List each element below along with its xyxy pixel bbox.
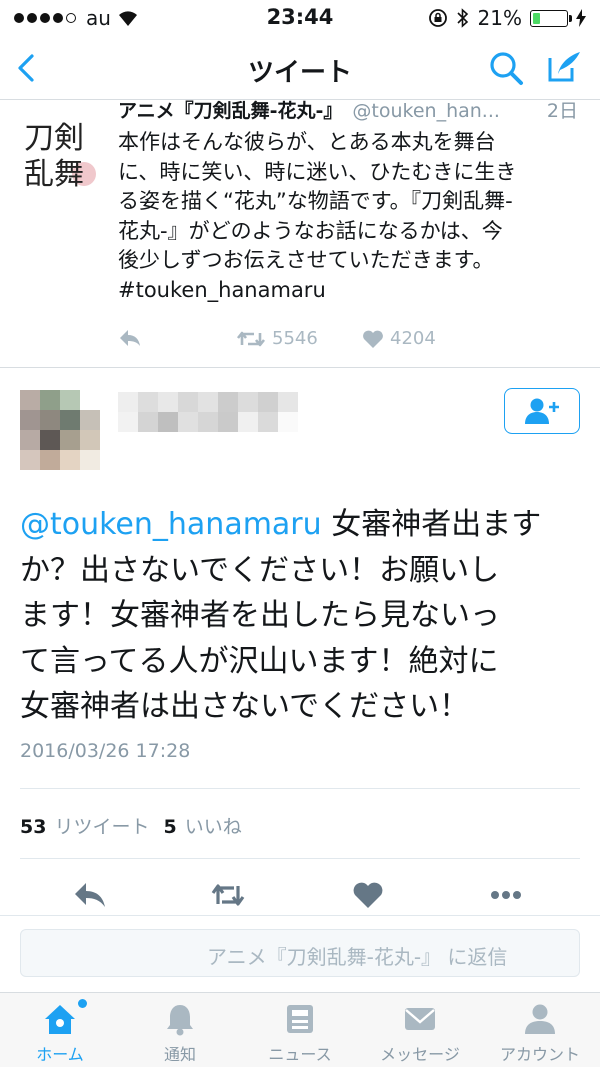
tweet-text: @touken_hanamaru 女審神者出ます か？出さないでください！お願い… [20, 502, 580, 730]
reply-icon [120, 330, 140, 346]
tab-label: メッセージ [380, 1045, 460, 1064]
retweet-icon [236, 331, 266, 346]
tweet-text-line: 女審神者出ます [321, 507, 542, 542]
retweet-label[interactable]: リツイート [54, 816, 149, 838]
navigation-bar: ツイート [0, 36, 600, 100]
retweet-count[interactable]: 53 [20, 816, 46, 838]
heart-icon [363, 330, 383, 348]
parent-text-line: 後少しずつお伝えさせていただきます。 [118, 248, 494, 272]
follow-button[interactable] [504, 388, 580, 434]
status-bar: au 23:44 21% [0, 0, 600, 36]
divider [20, 788, 580, 789]
mail-icon [405, 1008, 435, 1030]
tweet-text-line: ます！女審神者を出したら見ないっ [20, 598, 500, 633]
anime-logo-avatar[interactable]: 刀剣 乱舞 [20, 112, 102, 194]
reply-bar: アニメ『刀剣乱舞-花丸-』 に返信 [0, 915, 600, 991]
heart-icon[interactable] [350, 880, 386, 910]
svg-text:刀剣: 刀剣 [24, 121, 84, 156]
tweet-stats: 53 リツイート 5 いいね [20, 812, 242, 839]
bell-icon [167, 1005, 193, 1036]
svg-text:乱舞: 乱舞 [24, 157, 84, 192]
reply-icon[interactable] [72, 880, 108, 910]
tweet-text-line: 女審神者は出さないでください！ [20, 689, 470, 724]
reply-input[interactable]: アニメ『刀剣乱舞-花丸-』 に返信 [20, 929, 580, 977]
tab-label: 通知 [163, 1045, 196, 1064]
hashtag-link[interactable]: #touken_hanamaru [118, 276, 588, 306]
parent-like-count: 4204 [390, 328, 436, 349]
notification-dot [78, 999, 87, 1008]
pixelated-author-name[interactable] [118, 392, 298, 432]
charging-icon [576, 9, 586, 27]
battery-percent: 21% [477, 6, 522, 30]
parent-text-line: に、時に笑い、時に迷い、ひたむきに生き [118, 159, 517, 184]
parent-tweet-actions: 5546 4204 [118, 328, 588, 354]
tab-home[interactable]: ホーム [0, 993, 120, 1067]
tweet-actions [0, 874, 600, 914]
like-count[interactable]: 5 [163, 816, 176, 838]
tweet-text-line: て言ってる人が沢山います！絶対に [20, 643, 499, 679]
account-icon [525, 1004, 555, 1034]
tab-account[interactable]: アカウント [480, 993, 600, 1067]
like-label[interactable]: いいね [185, 816, 242, 838]
parent-like-button[interactable]: 4204 [362, 328, 436, 349]
mention-link[interactable]: @touken_hanamaru [20, 507, 322, 542]
divider [20, 858, 580, 859]
parent-text-line: 本作はそんな彼らが、とある本丸を舞台 [118, 130, 496, 154]
parent-reply-button[interactable] [118, 328, 142, 348]
parent-tweet-text: 本作はそんな彼らが、とある本丸を舞台 に、時に笑い、時に迷い、ひたむきに生き る… [118, 128, 588, 305]
parent-text-line: 花丸-』がどのようなお話になるかは、今 [118, 218, 503, 243]
parent-author-handle[interactable]: @touken_han... [352, 100, 500, 122]
battery-icon [530, 9, 572, 27]
tweet-timestamp: 2016/03/26 17:28 [20, 740, 191, 762]
parent-retweet-count: 5546 [272, 328, 318, 349]
compose-tweet-icon[interactable] [546, 48, 584, 86]
tab-messages[interactable]: メッセージ [360, 993, 480, 1067]
search-icon[interactable] [488, 50, 524, 86]
news-icon [287, 1005, 313, 1033]
parent-tweet-date: 2日 [546, 100, 578, 122]
retweet-icon[interactable] [210, 880, 246, 910]
parent-text-line: る姿を描く“花丸”な物語です。『刀剣乱舞- [118, 189, 513, 213]
tweet-text-line: か？出さないでください！お願いし [20, 552, 500, 588]
more-icon[interactable] [488, 880, 524, 910]
rotation-lock-icon [428, 9, 447, 27]
tab-news[interactable]: ニュース [240, 993, 360, 1067]
pixelated-avatar[interactable] [20, 390, 100, 470]
bluetooth-icon [456, 8, 468, 28]
parent-retweet-button[interactable]: 5546 [236, 328, 318, 349]
add-user-icon [525, 398, 559, 424]
tab-label: アカウント [499, 1045, 580, 1064]
tab-bar: ホーム 通知 ニュース メッセージ アカウント [0, 992, 600, 1067]
tab-notifications[interactable]: 通知 [120, 993, 240, 1067]
parent-author-name[interactable]: アニメ『刀剣乱舞-花丸-』 [118, 100, 342, 122]
home-icon [45, 1005, 75, 1034]
tab-label: ニュース [268, 1045, 332, 1064]
parent-tweet[interactable]: 刀剣 乱舞 アニメ『刀剣乱舞-花丸-』 @touken_han... 2日 本作は… [0, 100, 600, 368]
reply-placeholder: アニメ『刀剣乱舞-花丸-』 に返信 [207, 945, 508, 969]
tab-label: ホーム [36, 1045, 84, 1064]
